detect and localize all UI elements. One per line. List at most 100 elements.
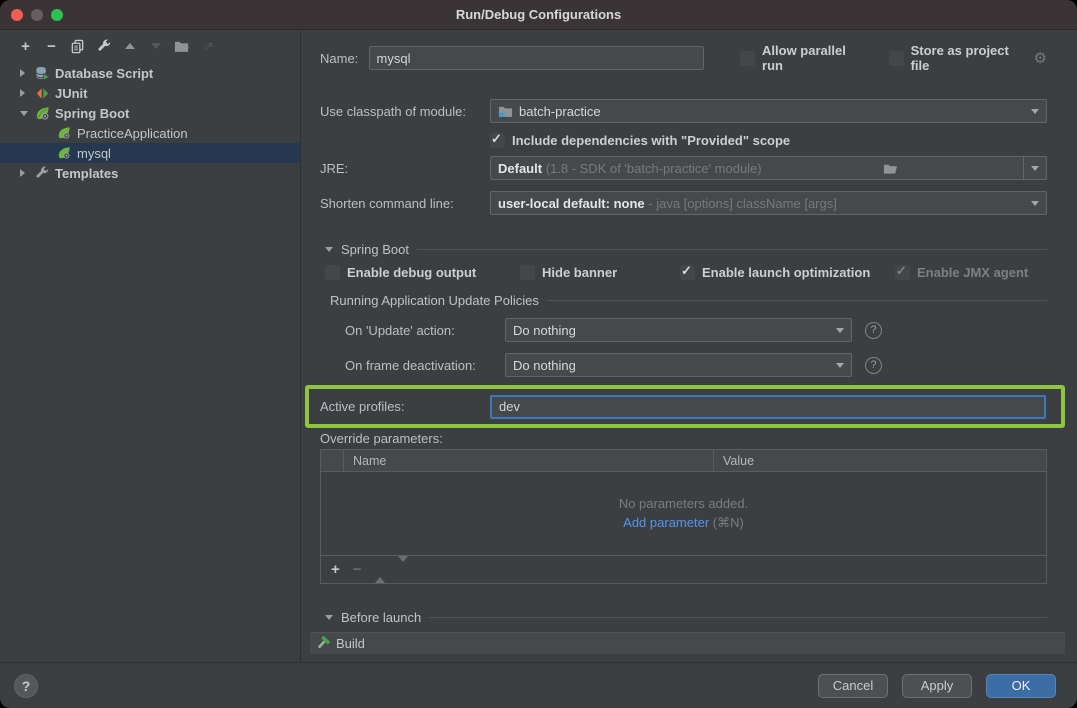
override-parameters-table: Name Value No parameters added. Add para… [320,449,1047,584]
spring-boot-run-config-icon [56,145,72,161]
tree-item-database-script[interactable]: Database Script [0,63,300,83]
hide-banner-label: Hide banner [542,265,617,280]
shorten-command-line-label: Shorten command line: [320,196,490,211]
jre-hint: (1.8 - SDK of 'batch-practice' module) [546,161,762,176]
chevron-down-icon[interactable] [20,111,34,116]
run-debug-configurations-dialog: Run/Debug Configurations + − ↓ᵃ [0,0,1077,708]
row-up-icon[interactable] [375,562,385,577]
row-down-icon[interactable] [398,562,408,577]
configuration-editor: Name: Allow parallel run Store as projec… [301,31,1077,662]
chevron-down-icon[interactable] [1024,109,1046,114]
wrench-icon [34,165,50,181]
enable-debug-output-checkbox[interactable]: Enable debug output [325,265,520,280]
chevron-right-icon[interactable] [20,69,34,77]
tree-item-junit[interactable]: JUnit [0,83,300,103]
move-down-icon[interactable] [147,38,164,55]
classpath-module-value: batch-practice [519,104,601,119]
on-frame-deactivation-label: On frame deactivation: [345,358,505,373]
remove-row-icon[interactable]: − [353,561,362,578]
checkbox-icon[interactable] [740,51,755,66]
spring-boot-icon [34,105,50,121]
zoom-window-button[interactable] [51,9,63,21]
allow-parallel-run-checkbox[interactable]: Allow parallel run [740,43,867,73]
column-header-value[interactable]: Value [713,450,1046,471]
classpath-row: Use classpath of module: batch-practice [320,99,1047,123]
dialog-footer: ? Cancel Apply OK [0,662,1077,708]
tree-item-mysql-selected[interactable]: mysql [0,143,300,163]
tree-item-label: Templates [55,166,118,181]
enable-launch-optimization-checkbox[interactable]: Enable launch optimization [680,265,895,280]
active-profiles-highlight: Active profiles: [305,385,1065,428]
tree-item-label: Spring Boot [55,106,129,121]
checkbox-icon[interactable] [889,51,904,66]
on-frame-deactivation-combobox[interactable]: Do nothing [505,353,852,377]
jre-combobox[interactable]: Default (1.8 - SDK of 'batch-practice' m… [490,156,1047,180]
minimize-window-button[interactable] [31,9,43,21]
column-header-name[interactable]: Name [343,450,713,471]
name-input[interactable] [369,46,704,70]
window-title: Run/Debug Configurations [456,7,621,22]
browse-folder-icon[interactable] [883,161,898,176]
table-empty-state: No parameters added. Add parameter (⌘N) [321,472,1046,556]
include-provided-row: Include dependencies with "Provided" sco… [320,133,1047,148]
include-provided-checkbox[interactable]: Include dependencies with "Provided" sco… [490,133,790,148]
tree-item-practice-application[interactable]: PracticeApplication [0,123,300,143]
tree-item-templates[interactable]: Templates [0,163,300,183]
on-update-action-value: Do nothing [513,323,576,338]
traffic-lights [11,9,63,21]
help-button[interactable]: ? [14,674,38,698]
before-launch-build-item[interactable]: Build [310,632,1065,654]
add-parameter-link[interactable]: Add parameter [623,515,709,530]
spring-boot-options-row: Enable debug output Hide banner Enable l… [320,265,1047,280]
help-icon[interactable]: ? [865,357,882,374]
table-header: Name Value [321,450,1046,472]
hide-banner-checkbox[interactable]: Hide banner [520,265,680,280]
active-profiles-label: Active profiles: [320,399,490,414]
name-row: Name: Allow parallel run Store as projec… [320,43,1047,73]
tree-item-spring-boot[interactable]: Spring Boot [0,103,300,123]
move-up-icon[interactable] [121,38,138,55]
edit-templates-icon[interactable] [95,38,112,55]
checkbox-checked-icon[interactable] [680,265,695,280]
shorten-value: user-local default: none [498,196,645,211]
tree-item-label: Database Script [55,66,153,81]
new-folder-icon[interactable] [173,38,190,55]
help-icon[interactable]: ? [865,322,882,339]
classpath-module-combobox[interactable]: batch-practice [490,99,1047,123]
junit-icon [34,85,50,101]
before-launch-title: Before launch [341,610,421,625]
add-icon[interactable]: + [17,38,34,55]
jre-dropdown-button[interactable] [1023,157,1046,179]
shorten-command-line-combobox[interactable]: user-local default: none - java [options… [490,191,1047,215]
chevron-down-icon[interactable] [1024,201,1046,206]
checkbox-icon[interactable] [520,265,535,280]
store-as-project-file-checkbox[interactable]: Store as project file ⚙ [889,43,1047,73]
before-launch-section-header[interactable]: Before launch [320,610,1047,625]
shorten-command-line-row: Shorten command line: user-local default… [320,191,1047,215]
chevron-right-icon[interactable] [20,169,34,177]
chevron-down-icon[interactable] [829,328,851,333]
chevron-right-icon[interactable] [20,89,34,97]
table-toolbar: + − [321,556,1046,583]
active-profiles-input[interactable] [490,395,1046,419]
on-frame-deactivation-row: On frame deactivation: Do nothing ? [320,353,1047,377]
checkbox-checked-icon[interactable] [490,133,505,148]
remove-icon[interactable]: − [43,38,60,55]
apply-button[interactable]: Apply [902,674,972,698]
sort-icon[interactable]: ↓ᵃ [199,38,216,55]
include-provided-label: Include dependencies with "Provided" sco… [512,133,790,148]
on-update-action-combobox[interactable]: Do nothing [505,318,852,342]
collapse-icon[interactable] [325,247,333,252]
collapse-icon[interactable] [325,615,333,620]
chevron-down-icon[interactable] [829,363,851,368]
gear-icon[interactable]: ⚙ [1034,51,1047,66]
copy-icon[interactable] [69,38,86,55]
enable-debug-output-label: Enable debug output [347,265,476,280]
spring-boot-section-header[interactable]: Spring Boot [320,242,1047,257]
shorten-hint: - java [options] className [args] [648,196,837,211]
add-row-icon[interactable]: + [331,561,340,578]
checkbox-icon[interactable] [325,265,340,280]
cancel-button[interactable]: Cancel [818,674,888,698]
close-window-button[interactable] [11,9,23,21]
ok-button[interactable]: OK [986,674,1056,698]
